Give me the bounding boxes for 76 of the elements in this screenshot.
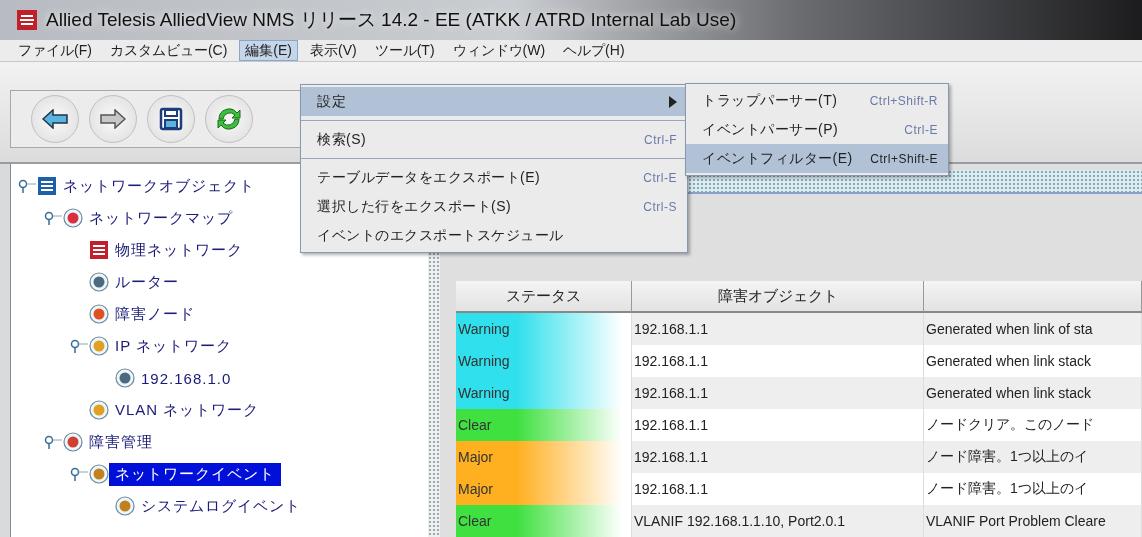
tree-item[interactable]: 192.168.1.0 bbox=[135, 367, 238, 389]
refresh-icon bbox=[215, 105, 243, 133]
collapse-handle[interactable] bbox=[43, 435, 63, 449]
tree-item[interactable]: ルーター bbox=[109, 270, 185, 294]
node-icon bbox=[63, 208, 83, 228]
node-icon bbox=[89, 272, 109, 292]
save-button[interactable] bbox=[147, 95, 195, 143]
status-cell: Warning bbox=[456, 345, 632, 377]
collapse-handle[interactable] bbox=[69, 467, 89, 481]
server-icon bbox=[89, 240, 109, 260]
status-cell: Major bbox=[456, 441, 632, 473]
collapse-handle[interactable] bbox=[43, 211, 63, 225]
server-icon bbox=[37, 176, 57, 196]
shortcut-label: Ctrl-E bbox=[904, 122, 938, 137]
node-icon bbox=[89, 304, 109, 324]
status-cell: Warning bbox=[456, 313, 632, 345]
menu-item[interactable]: ツール(T) bbox=[368, 40, 441, 61]
menu-item[interactable]: 表示(V) bbox=[304, 40, 363, 61]
table-cell: 192.168.1.1 bbox=[632, 441, 924, 473]
menu-item[interactable]: テーブルデータをエクスポート(E) Ctrl-E bbox=[301, 163, 687, 192]
collapse-handle[interactable] bbox=[17, 179, 37, 193]
shortcut-label: Ctrl-F bbox=[644, 132, 677, 147]
column-header[interactable] bbox=[924, 281, 1142, 313]
node-icon bbox=[115, 368, 135, 388]
status-cell: Major bbox=[456, 473, 632, 505]
node-icon bbox=[89, 464, 109, 484]
status-cell: Clear bbox=[456, 505, 632, 537]
menu-item[interactable]: カスタムビュー(C) bbox=[103, 40, 234, 61]
status-cell: Clear bbox=[456, 409, 632, 441]
menu-item[interactable]: ヘルプ(H) bbox=[557, 40, 631, 61]
node-icon bbox=[63, 432, 83, 452]
tree-item[interactable]: 障害管理 bbox=[83, 430, 159, 454]
table-cell: ノード障害。1つ以上のイ bbox=[924, 441, 1142, 473]
shortcut-label: Ctrl-E bbox=[643, 170, 677, 185]
shortcut-label: Ctrl-S bbox=[643, 199, 677, 214]
table-cell: Generated when link stack bbox=[924, 377, 1142, 409]
back-button[interactable] bbox=[31, 95, 79, 143]
node-icon bbox=[89, 400, 109, 420]
menu-item[interactable]: 選択した行をエクスポート(S) Ctrl-S bbox=[301, 192, 687, 221]
tree-item[interactable]: ネットワークマップ bbox=[83, 206, 239, 230]
status-cell: Warning bbox=[456, 377, 632, 409]
menu-item[interactable]: 設定 bbox=[301, 87, 687, 116]
arrow-right-icon bbox=[100, 109, 126, 129]
shortcut-label: Ctrl+Shift-R bbox=[869, 93, 938, 108]
tree-item[interactable]: システムログイベント bbox=[135, 494, 307, 518]
table-cell: VLANIF Port Problem Cleare bbox=[924, 505, 1142, 537]
menu-item[interactable]: イベントフィルター(E) Ctrl+Shift-E bbox=[686, 144, 948, 173]
table-cell: 192.168.1.1 bbox=[632, 377, 924, 409]
menu-item[interactable]: 編集(E) bbox=[239, 40, 298, 61]
window-title: Allied Telesis AlliedView NMS リリース 14.2 - EE (ATKK / ATRD Internal Lab Use) bbox=[46, 8, 737, 32]
menu-item[interactable]: イベントのエクスポートスケジュール bbox=[301, 221, 687, 250]
menu-item[interactable]: ファイル(F) bbox=[12, 40, 98, 61]
forward-button[interactable] bbox=[89, 95, 137, 143]
submenu-arrow-icon bbox=[669, 95, 677, 108]
tree-item[interactable]: ネットワークオブジェクト bbox=[57, 174, 261, 198]
menu-item[interactable]: ウィンドウ(W) bbox=[446, 40, 552, 61]
refresh-button[interactable] bbox=[205, 95, 253, 143]
column-header[interactable]: 障害オブジェクト bbox=[632, 281, 924, 313]
menu-item[interactable]: トラップパーサー(T) Ctrl+Shift-R bbox=[686, 86, 948, 115]
menu-item[interactable]: 検索(S) Ctrl-F bbox=[301, 125, 687, 154]
shortcut-label: Ctrl+Shift-E bbox=[870, 151, 938, 166]
app-logo-icon bbox=[16, 9, 38, 31]
arrow-left-icon bbox=[42, 109, 68, 129]
column-header[interactable]: ステータス bbox=[456, 281, 632, 313]
table-cell: VLANIF 192.168.1.1.10, Port2.0.1 bbox=[632, 505, 924, 537]
node-icon bbox=[89, 336, 109, 356]
menu-item[interactable]: イベントパーサー(P) Ctrl-E bbox=[686, 115, 948, 144]
tree-item[interactable]: 物理ネットワーク bbox=[109, 238, 249, 262]
tree-item[interactable]: VLAN ネットワーク bbox=[109, 398, 266, 422]
tree-item[interactable]: 障害ノード bbox=[109, 302, 201, 326]
collapse-handle[interactable] bbox=[69, 339, 89, 353]
table-cell: 192.168.1.1 bbox=[632, 313, 924, 345]
table-cell: Generated when link of sta bbox=[924, 313, 1142, 345]
node-icon bbox=[115, 496, 135, 516]
tree-item[interactable]: ネットワークイベント bbox=[109, 462, 281, 486]
tree-item[interactable]: IP ネットワーク bbox=[109, 334, 239, 358]
